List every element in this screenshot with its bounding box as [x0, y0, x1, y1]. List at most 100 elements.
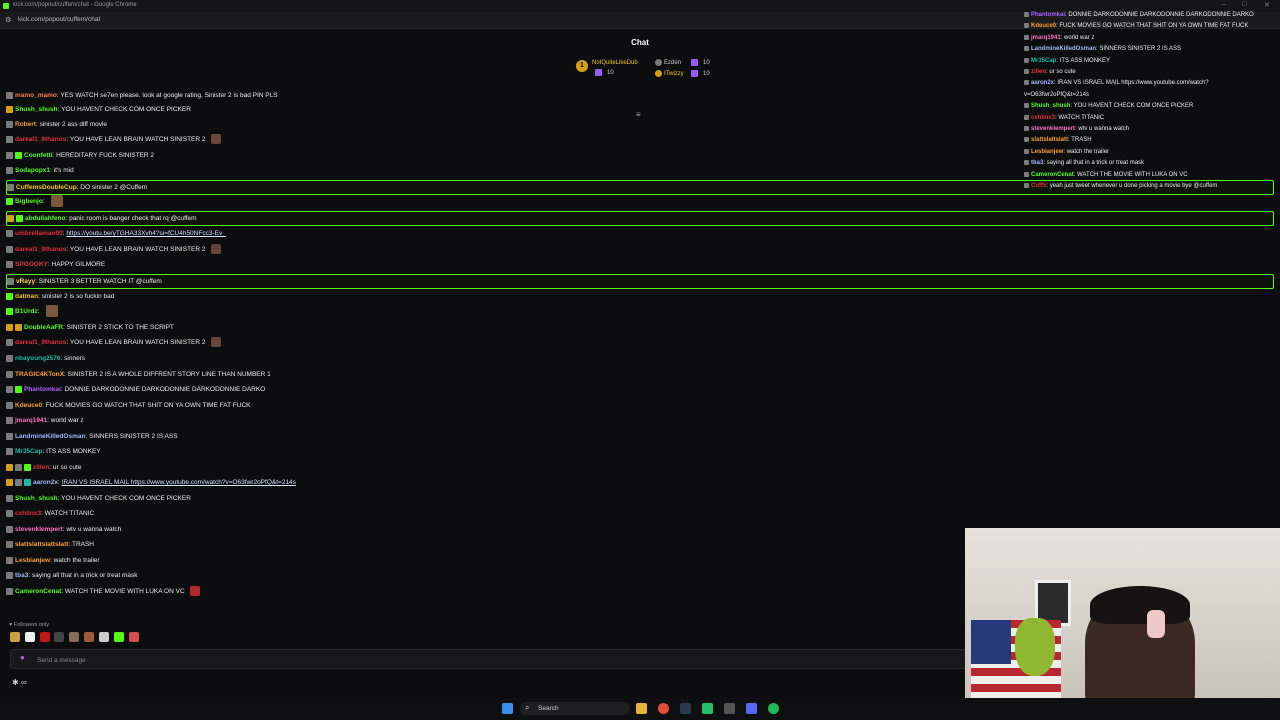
chat-username[interactable]: umbrellaman00 — [15, 230, 63, 237]
chrome-icon[interactable] — [658, 703, 669, 714]
gifter-3[interactable]: ITwizzy — [655, 70, 684, 77]
chat-message[interactable]: jmarq1941: world war z — [6, 414, 1272, 428]
chat-username[interactable]: mamo_mamo — [15, 92, 57, 99]
chat-username[interactable]: Phantomkai — [24, 386, 61, 393]
chat-username[interactable]: datman — [15, 293, 38, 300]
chat-message[interactable]: DoubleAaFR: SINISTER 2 STICK TO THE SCRI… — [6, 321, 1272, 335]
emote-icon[interactable] — [128, 632, 139, 642]
emote-icon — [51, 195, 64, 208]
start-icon[interactable] — [502, 703, 513, 714]
chat-username[interactable]: nbayoung2576 — [15, 355, 61, 362]
emote-icon[interactable] — [24, 632, 35, 642]
chat-tools[interactable]: ✱ ∞ — [12, 678, 27, 687]
chat-message-text[interactable]: IRAN VS ISRAEL MAIL https://www.youtube.… — [62, 479, 296, 486]
chat-message[interactable]: dareal1_9thanos: YOU HAVE LEAN BRAIN WAT… — [6, 336, 1272, 350]
chat-username[interactable]: DoubleAaFR — [24, 324, 63, 331]
chat-username[interactable]: Coonfetti — [24, 152, 53, 159]
gifter-1[interactable]: NotQuiteLikeDub — [592, 60, 638, 66]
chat-username[interactable]: Kdeuce0 — [15, 402, 42, 409]
chat-username[interactable]: Shush_shush — [15, 495, 58, 502]
spotify-icon[interactable] — [768, 703, 779, 714]
app-icon[interactable] — [702, 703, 713, 714]
chat-message[interactable]: umbrellaman00: https://youtu.be/yTGHA33X… — [6, 227, 1272, 241]
chat-message[interactable]: zillen: ur so cute — [6, 461, 1272, 475]
gifter-2[interactable]: Ezden — [655, 59, 681, 66]
send-message-input[interactable] — [35, 653, 939, 667]
emote-icon — [210, 134, 221, 145]
chat-message[interactable]: dareal1_9thanos: YOU HAVE LEAN BRAIN WAT… — [6, 243, 1272, 257]
chat-username[interactable]: Bigbenjo — [15, 198, 43, 205]
emote-icon[interactable] — [39, 632, 50, 642]
chat-username[interactable]: slattslattslattslatt — [15, 541, 68, 548]
chat-message[interactable]: abdullahfeno: panic room is banger check… — [6, 211, 1274, 226]
overlay-message: Mr35Cap: ITS ASS MONKEY — [1024, 57, 1280, 65]
chat-username[interactable]: Robert — [15, 121, 36, 128]
chat-username[interactable]: B1Urdz — [15, 308, 38, 315]
overlay-message-text: WATCH TITANIC — [1058, 114, 1105, 121]
chat-message[interactable]: Mr35Cap: ITS ASS MONKEY — [6, 445, 1272, 459]
chat-message[interactable]: Shush_shush: YOU HAVENT CHECK COM ONCE P… — [6, 492, 1272, 506]
url-text[interactable]: kick.com/popout/cuffem/chat — [18, 16, 100, 23]
chat-username[interactable]: CuffemsDoubleCup — [16, 184, 77, 191]
emote-icon[interactable] — [10, 632, 20, 642]
chat-message[interactable]: LandmineKilledOsman: SINNERS SINISTER 2 … — [6, 430, 1272, 444]
user-badge-icon — [1024, 11, 1029, 17]
file-explorer-icon[interactable] — [636, 703, 647, 714]
chat-message[interactable]: SPOOOKY: HAPPY GILMORE — [6, 258, 1272, 272]
chat-username[interactable]: SPOOOKY — [15, 261, 48, 268]
user-badge-icon — [16, 214, 23, 222]
chat-username[interactable]: abdullahfeno — [25, 215, 65, 222]
chat-username[interactable]: vRayy — [16, 278, 35, 285]
chat-username[interactable]: tba3 — [15, 572, 28, 579]
chat-message[interactable]: Phantomkai: DONNIE DARKODONNIE DARKODONN… — [6, 383, 1272, 397]
chat-message[interactable]: B1Urdz: — [6, 305, 1272, 319]
chat-username[interactable]: jmarq1941 — [15, 417, 47, 424]
chat-message[interactable]: Bigbenjo: — [6, 195, 1272, 209]
chat-message[interactable]: cxhlinx3: WATCH TITANIC — [6, 507, 1272, 521]
overlay-message: stevenklempert: wtv u wanna watch — [1024, 125, 1280, 133]
chat-username[interactable]: dareal1_9thanos — [15, 136, 66, 143]
settings-icon[interactable]: ✱ — [12, 678, 19, 687]
chat-message[interactable]: aaron2x: IRAN VS ISRAEL MAIL https://www… — [6, 476, 1272, 490]
discord-icon[interactable] — [746, 703, 757, 714]
chat-username[interactable]: stevenklempert — [15, 526, 63, 533]
chat-message[interactable]: nbayoung2576: sinners — [6, 352, 1272, 366]
overlay-username: cxhlinx3 — [1031, 114, 1056, 121]
emote-icon[interactable] — [69, 632, 80, 642]
chat-message[interactable]: vRayy: SINISTER 3 BETTER WATCH IT @cuffe… — [6, 274, 1274, 289]
taskbar-search[interactable]: ⌕ Search — [520, 702, 630, 715]
chat-username[interactable]: CameronCenat — [15, 588, 61, 595]
overlay-message-text: ITS ASS MONKEY — [1059, 57, 1111, 64]
emote-icon[interactable] — [54, 632, 65, 642]
overlay-message-text: DONNIE DARKODONNIE DARKODONNIE DARKODONN… — [1068, 12, 1254, 18]
chat-username[interactable]: zillen — [33, 464, 49, 471]
steam-icon[interactable] — [680, 703, 691, 714]
emote-picker-icon[interactable]: ● — [20, 653, 25, 662]
chat-username[interactable]: Lesbianjew — [15, 557, 50, 564]
chat-message-text[interactable]: https://youtu.be/yTGHA33Xvh4?si=fCU4h50N… — [66, 230, 226, 237]
chat-username[interactable]: Sodapopx1 — [15, 167, 50, 174]
overlay-username: Cuff5 — [1031, 183, 1047, 189]
emote-icon[interactable] — [113, 632, 124, 642]
message-composer[interactable]: ● — [10, 649, 967, 669]
chat-username[interactable]: dareal1_9thanos — [15, 246, 66, 253]
chat-username[interactable]: TRAGIC4KTonX — [15, 371, 64, 378]
chat-username[interactable]: aaron2x — [33, 479, 58, 486]
chat-message[interactable]: TRAGIC4KTonX: SINISTER 2 IS A WHOLE DIFF… — [6, 368, 1272, 382]
chat-username[interactable]: Shush_shush — [15, 106, 58, 113]
chat-username[interactable]: dareal1_9thanos — [15, 339, 66, 346]
chat-username[interactable]: cxhlinx3 — [15, 510, 41, 517]
site-settings-icon[interactable]: ⚙ — [5, 16, 11, 24]
chat-message[interactable]: datman: sinister 2 is so fuckin bad — [6, 290, 1272, 304]
headphones — [1147, 610, 1165, 638]
chat-username[interactable]: LandmineKilledOsman — [15, 433, 85, 440]
emote-icon[interactable] — [84, 632, 95, 642]
chat-username[interactable]: Mr35Cap — [15, 448, 42, 455]
emote-icon[interactable] — [98, 632, 109, 642]
infinity-icon[interactable]: ∞ — [21, 678, 27, 687]
overlay-message-text: ur so cute — [1049, 69, 1076, 75]
chat-message[interactable]: Kdeuce0: FUCK MOVIES GO WATCH THAT SHIT … — [6, 399, 1272, 413]
app-icon[interactable] — [724, 703, 735, 714]
user-badge-icon — [24, 478, 31, 486]
overlay-username: aaron2x — [1031, 80, 1055, 87]
